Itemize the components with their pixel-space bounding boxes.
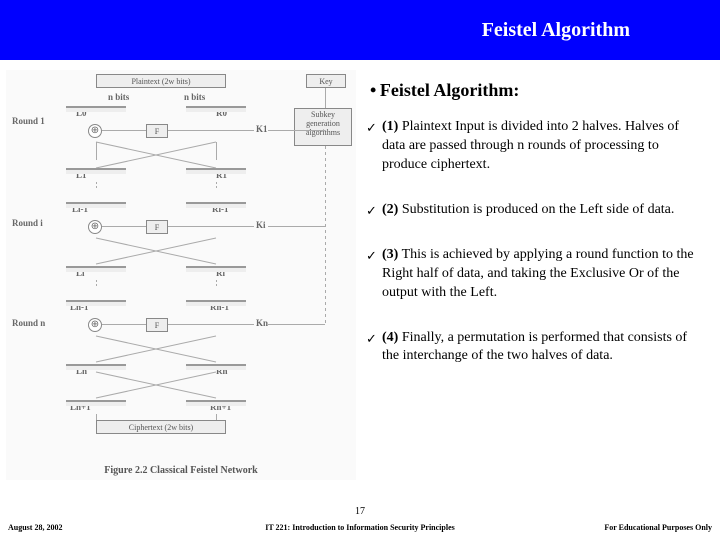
point-text: Substitution is produced on the Left sid… <box>398 202 674 217</box>
subkey-box: Subkey generation algorithms <box>294 108 352 146</box>
line <box>268 324 325 325</box>
line <box>96 414 97 420</box>
line <box>66 168 126 174</box>
line <box>102 226 146 227</box>
key-box: Key <box>306 74 346 88</box>
point-4: (4) Finally, a permutation is performed … <box>366 329 696 367</box>
point-num: (4) <box>382 330 398 345</box>
point-num: (1) <box>382 119 398 134</box>
line <box>186 168 246 174</box>
line <box>102 324 146 325</box>
cross-final <box>66 370 246 400</box>
line <box>268 226 325 227</box>
content-area: Plaintext (2w bits) n bits n bits Key Su… <box>0 60 720 490</box>
line <box>66 400 126 406</box>
section-heading: • Feistel Algorithm: <box>366 78 696 102</box>
line <box>186 300 246 306</box>
point-text: Finally, a permutation is performed that… <box>382 330 687 364</box>
nbits-left: n bits <box>108 92 129 102</box>
line <box>66 202 126 208</box>
line <box>186 400 246 406</box>
line <box>66 106 126 112</box>
page-number: 17 <box>0 506 720 517</box>
line <box>168 130 254 131</box>
Ki: Ki <box>256 220 266 230</box>
xor-i: ⊕ <box>88 220 102 234</box>
nbits-right: n bits <box>184 92 205 102</box>
line <box>168 226 254 227</box>
bullet: • <box>370 80 380 100</box>
title-bar: Feistel Algorithm <box>0 0 720 60</box>
slide-title: Feistel Algorithm <box>482 19 630 42</box>
line <box>325 146 326 326</box>
point-text: This is achieved by applying a round fun… <box>382 247 694 300</box>
line <box>168 324 254 325</box>
line <box>102 130 146 131</box>
text-column: • Feistel Algorithm: (1) Plaintext Input… <box>360 60 720 490</box>
line <box>216 182 217 190</box>
round1-label: Round 1 <box>12 116 45 126</box>
cross-n <box>66 334 246 364</box>
cross-i <box>66 236 246 266</box>
point-2: (2) Substitution is produced on the Left… <box>366 201 696 220</box>
Kn: Kn <box>256 318 268 328</box>
ciphertext-box: Ciphertext (2w bits) <box>96 420 226 434</box>
line <box>216 414 217 420</box>
F1: F <box>146 124 168 138</box>
figure-caption: Figure 2.2 Classical Feistel Network <box>6 465 356 476</box>
line <box>96 280 97 288</box>
diagram-column: Plaintext (2w bits) n bits n bits Key Su… <box>0 60 360 490</box>
point-3: (3) This is achieved by applying a round… <box>366 246 696 303</box>
point-text: Plaintext Input is divided into 2 halves… <box>382 119 679 172</box>
line <box>216 280 217 288</box>
heading-text: Feistel Algorithm: <box>380 80 519 100</box>
point-num: (3) <box>382 247 398 262</box>
line <box>268 130 325 131</box>
line <box>66 300 126 306</box>
footer: 17 August 28, 2002 IT 221: Introduction … <box>0 504 720 540</box>
roundn-label: Round n <box>12 318 45 328</box>
Fn: F <box>146 318 168 332</box>
cross1 <box>66 140 246 170</box>
roundi-label: Round i <box>12 218 43 228</box>
line <box>186 202 246 208</box>
xor-n: ⊕ <box>88 318 102 332</box>
line <box>66 266 126 272</box>
Fi: F <box>146 220 168 234</box>
xor1: ⊕ <box>88 124 102 138</box>
line <box>325 88 326 108</box>
point-num: (2) <box>382 202 398 217</box>
point-1: (1) Plaintext Input is divided into 2 ha… <box>366 118 696 175</box>
footer-right: For Educational Purposes Only <box>604 523 712 532</box>
line <box>186 266 246 272</box>
line <box>186 106 246 112</box>
feistel-diagram: Plaintext (2w bits) n bits n bits Key Su… <box>6 70 356 480</box>
line <box>96 182 97 190</box>
plaintext-box: Plaintext (2w bits) <box>96 74 226 88</box>
K1: K1 <box>256 124 268 134</box>
